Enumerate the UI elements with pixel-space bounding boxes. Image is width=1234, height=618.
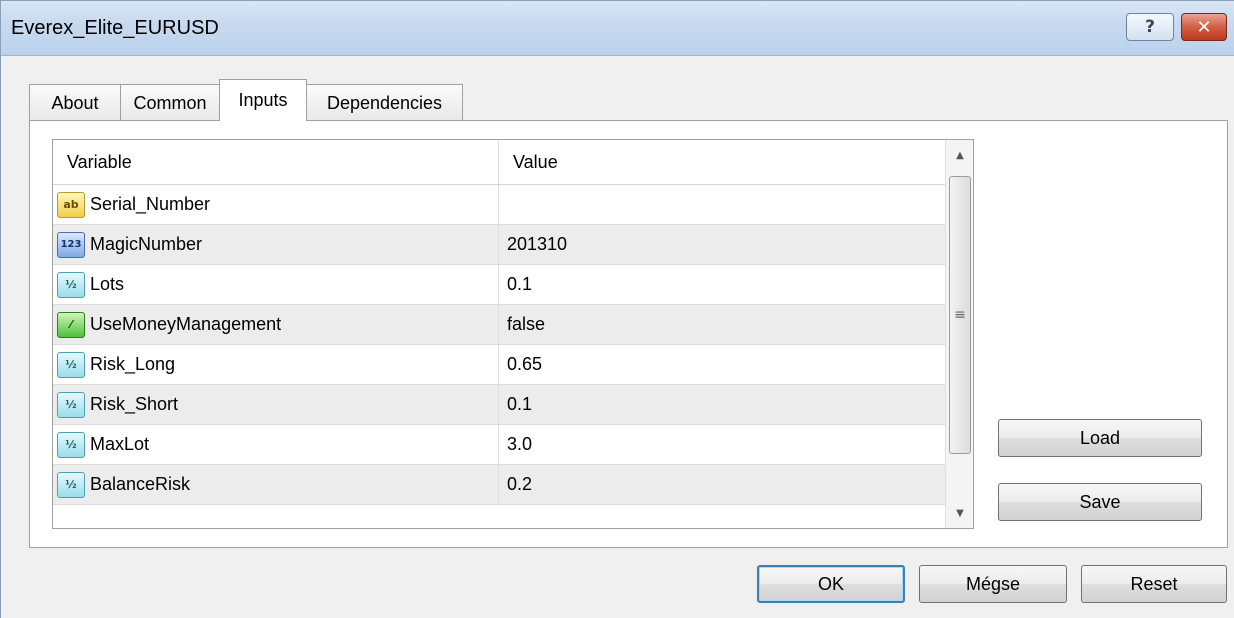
scroll-up-arrow[interactable]: ▲ [946,142,973,168]
variable-cell: ½ MaxLot [53,425,499,464]
input-parameters-dialog: Everex_Elite_EURUSD ? ✕ About Common Inp… [0,0,1234,618]
tab-label: Dependencies [326,92,443,113]
scroll-thumb[interactable]: ≡ [949,176,971,454]
table-row[interactable]: ½ Lots 0.1 [53,265,945,305]
variable-name: UseMoneyManagement [90,314,282,334]
close-icon: ✕ [1196,16,1212,38]
variable-cell: ½ Risk_Long [53,345,499,384]
variable-name: MaxLot [90,434,150,454]
tab-label: Common [133,92,207,113]
window-title: Everex_Elite_EURUSD [11,17,219,39]
value-cell[interactable]: 201310 [499,225,945,264]
close-button[interactable]: ✕ [1181,13,1227,41]
variable-name: BalanceRisk [90,474,191,494]
double-type-icon: ½ [57,351,85,378]
load-button[interactable]: Load [998,419,1202,457]
grip-icon: ≡ [954,307,966,323]
variable-cell: ½ Lots [53,265,499,304]
tab-inputs[interactable]: Inputs [219,79,307,121]
grid-rows: ab Serial_Number 123 MagicNumber 201310 … [53,185,945,505]
variable-cell: ⁄ UseMoneyManagement [53,305,499,344]
grid-header: Variable Value [53,140,973,185]
column-header-variable[interactable]: Variable [53,140,499,184]
variable-cell: 123 MagicNumber [53,225,499,264]
tab-label: About [51,92,99,113]
value-cell[interactable] [499,185,945,224]
variable-name: Lots [90,274,125,294]
inputs-grid: Variable Value ab Serial_Number 123 Magi… [52,139,974,529]
reset-button[interactable]: Reset [1081,565,1227,603]
table-row[interactable]: ½ Risk_Long 0.65 [53,345,945,385]
value-cell[interactable]: 0.65 [499,345,945,384]
variable-name: Risk_Long [90,354,176,374]
value-cell[interactable]: 0.1 [499,385,945,424]
double-type-icon: ½ [57,391,85,418]
variable-name: Risk_Short [90,394,179,414]
value-cell[interactable]: 0.1 [499,265,945,304]
table-row[interactable]: ⁄ UseMoneyManagement false [53,305,945,345]
value-cell[interactable]: 0.2 [499,465,945,504]
variable-cell: ½ Risk_Short [53,385,499,424]
column-header-value[interactable]: Value [499,140,945,184]
double-type-icon: ½ [57,471,85,498]
cancel-button[interactable]: Mégse [919,565,1067,603]
scroll-down-arrow[interactable]: ▼ [946,500,973,526]
variable-cell: ab Serial_Number [53,185,499,224]
table-row[interactable]: ½ BalanceRisk 0.2 [53,465,945,505]
double-type-icon: ½ [57,431,85,458]
title-bar[interactable]: Everex_Elite_EURUSD ? ✕ [1,1,1234,56]
help-button[interactable]: ? [1126,13,1174,41]
inputs-tab-panel: Variable Value ab Serial_Number 123 Magi… [29,120,1228,548]
save-button[interactable]: Save [998,483,1202,521]
double-type-icon: ½ [57,271,85,298]
value-cell[interactable]: 3.0 [499,425,945,464]
tab-label: Inputs [238,90,288,110]
table-row[interactable]: 123 MagicNumber 201310 [53,225,945,265]
variable-name: Serial_Number [90,194,211,214]
boolean-type-icon: ⁄ [57,311,85,338]
table-row[interactable]: ab Serial_Number [53,185,945,225]
string-type-icon: ab [57,191,85,218]
tab-about[interactable]: About [29,84,121,121]
table-row[interactable]: ½ Risk_Short 0.1 [53,385,945,425]
ok-button[interactable]: OK [757,565,905,603]
integer-type-icon: 123 [57,231,85,258]
table-row[interactable]: ½ MaxLot 3.0 [53,425,945,465]
help-icon: ? [1145,17,1155,37]
tab-common[interactable]: Common [120,84,220,121]
variable-cell: ½ BalanceRisk [53,465,499,504]
tab-dependencies[interactable]: Dependencies [306,84,463,121]
variable-name: MagicNumber [90,234,203,254]
vertical-scrollbar[interactable]: ▲ ≡ ▼ [945,140,973,528]
value-cell[interactable]: false [499,305,945,344]
